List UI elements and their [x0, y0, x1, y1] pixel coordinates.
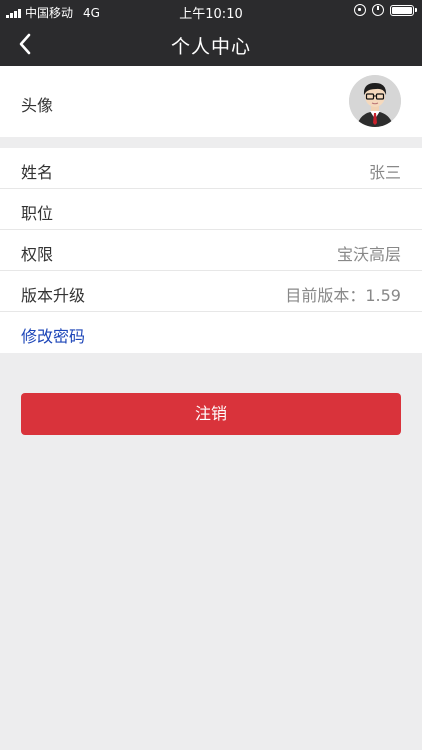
avatar[interactable] — [349, 75, 401, 127]
version-upgrade-label: 版本升级 — [21, 286, 86, 305]
status-bar: 中国移动 4G 上午10:10 — [0, 0, 422, 22]
list-item-name[interactable]: 姓名 张三 — [0, 148, 422, 189]
logout-button[interactable]: 注销 — [21, 393, 401, 435]
page-title: 个人中心 — [170, 36, 251, 58]
list-item-permission[interactable]: 权限 宝沃高层 — [0, 230, 422, 271]
battery-icon — [390, 4, 417, 16]
change-password-link[interactable]: 修改密码 — [0, 312, 422, 353]
name-label: 姓名 — [21, 163, 54, 182]
nav-bar: 个人中心 — [0, 22, 422, 66]
status-right — [354, 4, 417, 16]
current-version-value: 目前版本：1.59 — [285, 286, 401, 305]
profile-info-list: 姓名 张三 职位 权限 宝沃高层 版本升级 目前版本：1.59 修改密码 — [0, 148, 422, 353]
avatar-image — [349, 75, 401, 127]
avatar-label: 头像 — [21, 96, 54, 115]
permission-value: 宝沃高层 — [336, 245, 401, 264]
rotation-lock-icon — [354, 4, 366, 16]
name-value: 张三 — [368, 163, 401, 182]
change-password-label: 修改密码 — [21, 327, 86, 346]
list-item-position[interactable]: 职位 — [0, 189, 422, 230]
avatar-row[interactable]: 头像 — [0, 66, 422, 137]
permission-label: 权限 — [21, 245, 54, 264]
position-label: 职位 — [21, 204, 54, 223]
alarm-icon — [372, 4, 384, 16]
personal-center-screen: 中国移动 4G 上午10:10 个人中心 头像 姓名 张三 职位 权限 宝沃高层… — [0, 0, 422, 750]
list-item-version-upgrade[interactable]: 版本升级 目前版本：1.59 — [0, 271, 422, 312]
